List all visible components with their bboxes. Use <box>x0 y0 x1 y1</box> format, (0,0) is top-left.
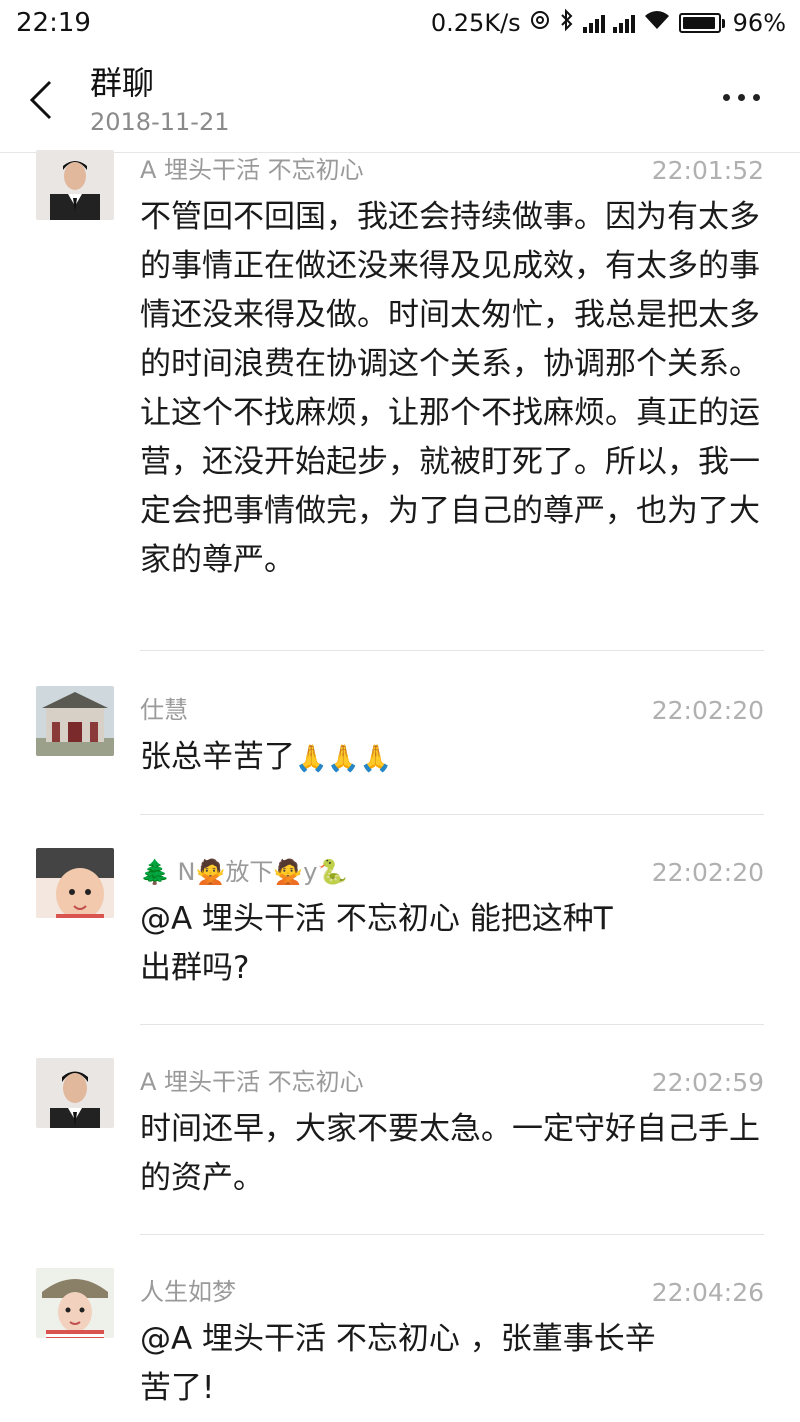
divider <box>140 650 764 651</box>
chevron-left-icon <box>29 80 52 120</box>
bluetooth-icon <box>559 8 575 38</box>
message-text: 时间还早，大家不要太急。一定守好自己手上的资产。 <box>140 1111 760 1196</box>
avatar[interactable] <box>36 1058 114 1128</box>
sender-name[interactable]: 🌲 N🙅放下🙅y🐍 <box>140 852 347 887</box>
message-text: @A 埋头干活 不忘初心 能把这种T出群吗? <box>140 901 613 986</box>
status-bar: 22:19 0.25K/s 96% <box>0 0 800 48</box>
message-meta: 仕慧 22:02:20 <box>140 690 764 725</box>
sender-name-part: 🌲 N <box>140 858 196 886</box>
message-item: A 埋头干活 不忘初心 22:01:52 不管回不回国，我还会持续做事。因为有太… <box>0 150 800 585</box>
back-button[interactable] <box>22 76 62 124</box>
message-time: 22:04:26 <box>651 1278 764 1307</box>
status-time: 22:19 <box>16 8 91 38</box>
avatar[interactable] <box>36 686 114 756</box>
message-item: 人生如梦 22:04:26 @A 埋头干活 不忘初心 ，张董事长辛苦了! <box>0 1268 800 1413</box>
sender-name[interactable]: A 埋头干活 不忘初心 <box>140 1062 364 1097</box>
divider <box>140 814 764 815</box>
message-item: A 埋头干活 不忘初心 22:02:59 时间还早，大家不要太急。一定守好自己手… <box>0 1058 800 1203</box>
message-item: 🌲 N🙅放下🙅y🐍 22:02:20 @A 埋头干活 不忘初心 能把这种T出群吗… <box>0 848 800 993</box>
pray-emoji: 🙏🙏🙏 <box>295 744 393 774</box>
message-time: 22:02:20 <box>651 696 764 725</box>
sender-name-emoji: 🐍 <box>317 858 348 886</box>
page-subtitle: 2018-11-21 <box>90 108 230 136</box>
sender-name-emoji: 🙅 <box>273 858 304 886</box>
message-text-body: 张总辛苦了 <box>140 739 295 775</box>
message-time: 22:02:20 <box>651 858 764 887</box>
message-item: 仕慧 22:02:20 张总辛苦了🙏🙏🙏 <box>0 686 800 784</box>
message-meta: A 埋头干活 不忘初心 22:01:52 <box>140 150 764 185</box>
divider <box>140 1234 764 1235</box>
sender-name[interactable]: A 埋头干活 不忘初心 <box>140 150 364 185</box>
page-title: 群聊 <box>90 64 155 102</box>
avatar[interactable] <box>36 150 114 220</box>
signal-icon-2 <box>612 13 635 33</box>
sender-name[interactable]: 人生如梦 <box>140 1272 236 1307</box>
message-text: 张总辛苦了🙏🙏🙏 <box>140 733 764 784</box>
status-icons: 0.25K/s 96% <box>431 8 786 38</box>
chat-header: 群聊 2018-11-21 <box>0 48 800 153</box>
sender-name[interactable]: 仕慧 <box>140 690 188 725</box>
network-speed: 0.25K/s <box>430 9 521 37</box>
more-options-icon[interactable] <box>723 94 760 101</box>
sender-name-emoji: 🙅 <box>195 858 226 886</box>
message-text: @A 埋头干活 不忘初心 ，张董事长辛苦了! <box>140 1321 656 1406</box>
avatar[interactable] <box>36 1268 114 1338</box>
message-meta: A 埋头干活 不忘初心 22:02:59 <box>140 1062 764 1097</box>
battery-level: 96% <box>732 9 786 37</box>
divider <box>140 1024 764 1025</box>
message-text: 不管回不回国，我还会持续做事。因为有太多的事情正在做还没来得及见成效，有太多的事… <box>140 199 760 578</box>
message-meta: 人生如梦 22:04:26 <box>140 1272 764 1307</box>
message-meta: 🌲 N🙅放下🙅y🐍 22:02:20 <box>140 852 764 887</box>
battery-icon <box>678 13 725 33</box>
message-time: 22:02:59 <box>651 1068 764 1097</box>
signal-icon-1 <box>582 13 605 33</box>
sender-name-part: 放下 <box>225 858 274 886</box>
avatar[interactable] <box>36 848 114 918</box>
message-time: 22:01:52 <box>651 156 764 185</box>
data-saver-icon <box>529 9 551 37</box>
sender-name-part: y <box>303 858 318 886</box>
wifi-icon <box>643 9 671 37</box>
